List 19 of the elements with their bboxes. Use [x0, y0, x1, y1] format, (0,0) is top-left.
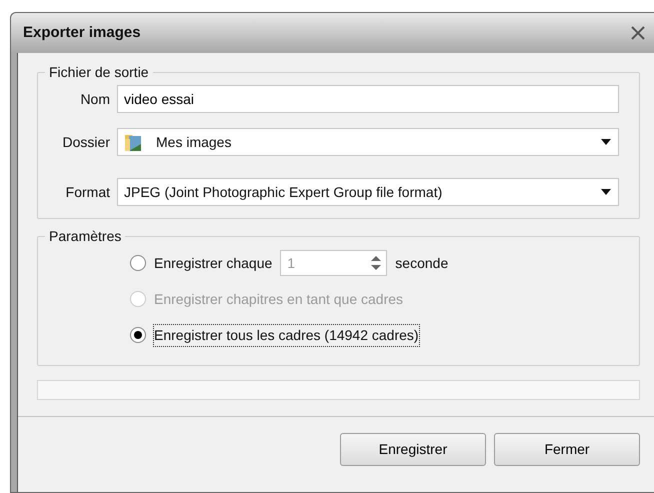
folder-dropdown[interactable]: Mes images [117, 128, 619, 156]
group-legend: Fichier de sortie [45, 63, 153, 81]
option-label[interactable]: Enregistrer chaque [154, 252, 272, 274]
option-label[interactable]: Enregistrer tous les cadres (14942 cadres) [154, 324, 419, 346]
format-dropdown[interactable]: JPEG (Joint Photographic Expert Group file format) [117, 178, 619, 206]
input-field[interactable]: video essai [117, 85, 619, 113]
group-legend: Paramètres [45, 227, 126, 245]
unit-label: seconde [395, 254, 448, 272]
field-label: Dossier [62, 132, 110, 152]
radio-button[interactable] [130, 255, 146, 271]
field-label: Nom [79, 90, 110, 108]
dropdown-caret-icon[interactable] [600, 188, 612, 196]
window-title: Exporter images [23, 22, 141, 43]
dialog-button[interactable]: Fermer [494, 433, 640, 466]
field-label: Format [64, 182, 110, 202]
radio-button[interactable] [130, 327, 146, 343]
dialog-button[interactable]: Enregistrer [340, 433, 486, 466]
dropdown-caret-icon[interactable] [600, 138, 612, 146]
close-icon[interactable] [630, 25, 646, 41]
